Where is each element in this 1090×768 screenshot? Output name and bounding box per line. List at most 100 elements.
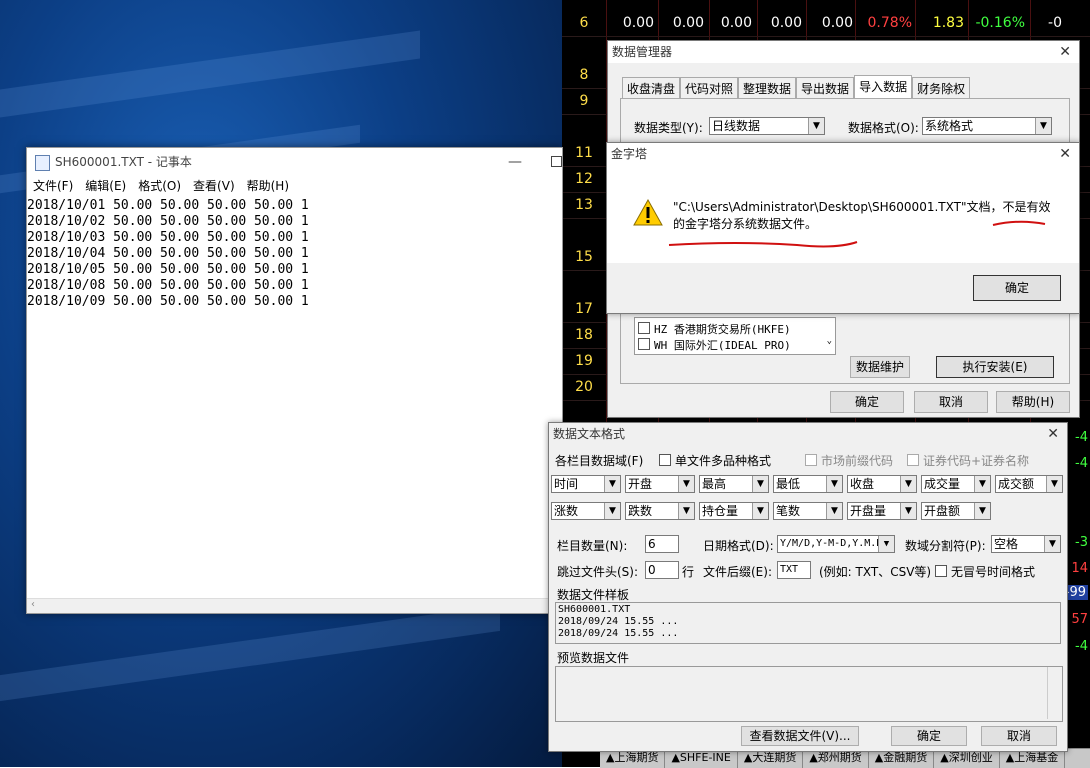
separator-select[interactable]: 空格 ▼ (991, 535, 1061, 553)
field-select[interactable]: 跌数 ▼ (625, 502, 695, 520)
preview-label: 预览数据文件 (557, 651, 630, 665)
close-icon[interactable]: ✕ (1047, 423, 1059, 445)
option-label: 单文件多品种格式 (675, 454, 772, 468)
list-item[interactable]: HZ 香港期货交易所(HKFE) (638, 321, 791, 337)
checkbox[interactable] (638, 322, 650, 334)
checkbox[interactable] (805, 454, 817, 466)
col-count-input[interactable]: 6 (645, 535, 679, 553)
field-select[interactable]: 开盘量 ▼ (847, 502, 917, 520)
no-colon-option[interactable]: 无冒号时间格式 (935, 563, 1035, 580)
menu-view[interactable]: 查看(V) (193, 176, 235, 196)
alert-title: 金字塔 (611, 147, 648, 161)
notepad-text-area[interactable]: 2018/10/01 50.00 50.00 50.00 50.00 1 2018… (27, 198, 562, 310)
close-icon[interactable]: ✕ (1059, 143, 1071, 165)
dialog-title: 数据文本格式 (553, 427, 626, 441)
dm-cancel-button[interactable]: 取消 (914, 391, 988, 413)
field-select[interactable]: 成交量 ▼ (921, 475, 991, 493)
date-format-select[interactable]: Y/M/D,Y-M-D,Y.M.D ▼ (777, 535, 895, 553)
checkbox[interactable] (935, 565, 947, 577)
alert-titlebar[interactable]: 金字塔 ✕ (607, 143, 1079, 165)
red-underline-annotation (668, 220, 1046, 248)
suffix-label: 文件后缀(E): (703, 565, 772, 579)
skip-header-input[interactable]: 0 (645, 561, 679, 579)
install-button[interactable]: 执行安装(E) (936, 356, 1054, 378)
field-select[interactable]: 收盘 ▼ (847, 475, 917, 493)
light-beam (0, 604, 500, 702)
tab-close-clear[interactable]: 收盘清盘 (622, 77, 681, 100)
tab-finance[interactable]: 财务除权 (912, 77, 971, 100)
list-item[interactable]: WH 国际外汇(IDEAL PRO) (638, 337, 791, 353)
skip-header-label: 跳过文件头(S): (557, 565, 639, 579)
field-select[interactable]: 开盘额 ▼ (921, 502, 991, 520)
quote-cell: -0 (1048, 15, 1062, 31)
menu-help[interactable]: 帮助(H) (247, 176, 289, 196)
maximize-icon[interactable] (551, 156, 562, 167)
chevron-down-icon: ▼ (974, 503, 990, 519)
suffix-input[interactable]: TXT (777, 561, 811, 579)
tab-code-map[interactable]: 代码对照 (680, 77, 739, 100)
field-select[interactable]: 时间 ▼ (551, 475, 621, 493)
dm-ok-button[interactable]: 确定 (830, 391, 904, 413)
chevron-down-icon[interactable]: ⌄ (827, 336, 832, 346)
chevron-down-icon: ▼ (1035, 118, 1051, 134)
notepad-titlebar[interactable]: SH600001.TXT - 记事本 — (27, 148, 562, 176)
checkbox[interactable] (907, 454, 919, 466)
data-type-select[interactable]: 日线数据 ▼ (709, 117, 825, 135)
data-manager-titlebar[interactable]: 数据管理器 ✕ (608, 41, 1079, 63)
preview-box[interactable] (555, 666, 1063, 722)
single-file-option[interactable]: 单文件多品种格式 (659, 452, 771, 469)
field-select[interactable]: 开盘 ▼ (625, 475, 695, 493)
data-type-label: 数据类型(Y): (634, 121, 703, 135)
code-name-option[interactable]: 证券代码+证券名称 (907, 452, 1029, 469)
option-label: 无冒号时间格式 (951, 565, 1036, 579)
field-value: 时间 (554, 477, 579, 491)
text-line: 2018/10/05 50.00 50.00 50.00 50.00 1 (27, 262, 309, 277)
data-format-value: 系统格式 (925, 119, 974, 133)
field-select[interactable]: 涨数 ▼ (551, 502, 621, 520)
checkbox[interactable] (659, 454, 671, 466)
data-format-select[interactable]: 系统格式 ▼ (922, 117, 1052, 135)
field-select[interactable]: 笔数 ▼ (773, 502, 843, 520)
vertical-scrollbar[interactable] (1047, 667, 1062, 719)
menu-edit[interactable]: 编辑(E) (85, 176, 126, 196)
menu-file[interactable]: 文件(F) (33, 176, 73, 196)
notepad-title: SH600001.TXT - 记事本 (55, 155, 192, 169)
field-select[interactable]: 持仓量 ▼ (699, 502, 769, 520)
data-format-label: 数据格式(O): (848, 121, 919, 135)
quote-value: -3 (1075, 535, 1088, 550)
tf-ok-button[interactable]: 确定 (891, 726, 967, 746)
text-format-titlebar[interactable]: 数据文本格式 ✕ (549, 423, 1067, 445)
quote-value: -4 (1075, 639, 1088, 654)
checkbox[interactable] (638, 338, 650, 350)
horizontal-scrollbar[interactable]: ‹ (27, 598, 562, 613)
tab-export[interactable]: 导出数据 (796, 77, 855, 100)
scroll-left-icon[interactable]: ‹ (31, 599, 35, 610)
quote-cell: 0.78% (867, 15, 912, 31)
dm-help-button[interactable]: 帮助(H) (996, 391, 1070, 413)
tab-organize[interactable]: 整理数据 (738, 77, 797, 100)
field-select[interactable]: 最高 ▼ (699, 475, 769, 493)
data-maintain-button[interactable]: 数据维护 (850, 356, 910, 378)
view-data-file-button[interactable]: 查看数据文件(V)... (741, 726, 859, 746)
chevron-down-icon: ▼ (900, 503, 916, 519)
field-value: 最高 (702, 477, 727, 491)
sample-label: 数据文件样板 (557, 588, 630, 602)
field-value: 跌数 (628, 504, 653, 518)
tf-cancel-button[interactable]: 取消 (981, 726, 1057, 746)
minimize-icon[interactable]: — (508, 148, 522, 176)
market-name: HZ 香港期货交易所(HKFE) (654, 323, 791, 336)
text-line: 2018/10/03 50.00 50.00 50.00 50.00 1 (27, 230, 309, 245)
row-number: 13 (575, 197, 593, 213)
close-icon[interactable]: ✕ (1059, 41, 1071, 63)
chevron-down-icon: ▼ (678, 476, 694, 492)
menu-format[interactable]: 格式(O) (138, 176, 181, 196)
prefix-option[interactable]: 市场前缀代码 (805, 452, 893, 469)
field-select[interactable]: 成交额 ▼ (995, 475, 1063, 493)
field-select[interactable]: 最低 ▼ (773, 475, 843, 493)
tab-import[interactable]: 导入数据 (854, 75, 913, 100)
col-count-label: 栏目数量(N): (557, 539, 628, 553)
market-list[interactable]: HZ 香港期货交易所(HKFE) WH 国际外汇(IDEAL PRO) ⌄ (634, 317, 836, 355)
quote-row[interactable]: 6 0.00 0.00 0.00 0.00 0.00 0.78% 1.83 -0… (562, 10, 1090, 37)
alert-ok-button[interactable]: 确定 (973, 275, 1061, 301)
text-line: 2018/10/02 50.00 50.00 50.00 50.00 1 (27, 214, 309, 229)
